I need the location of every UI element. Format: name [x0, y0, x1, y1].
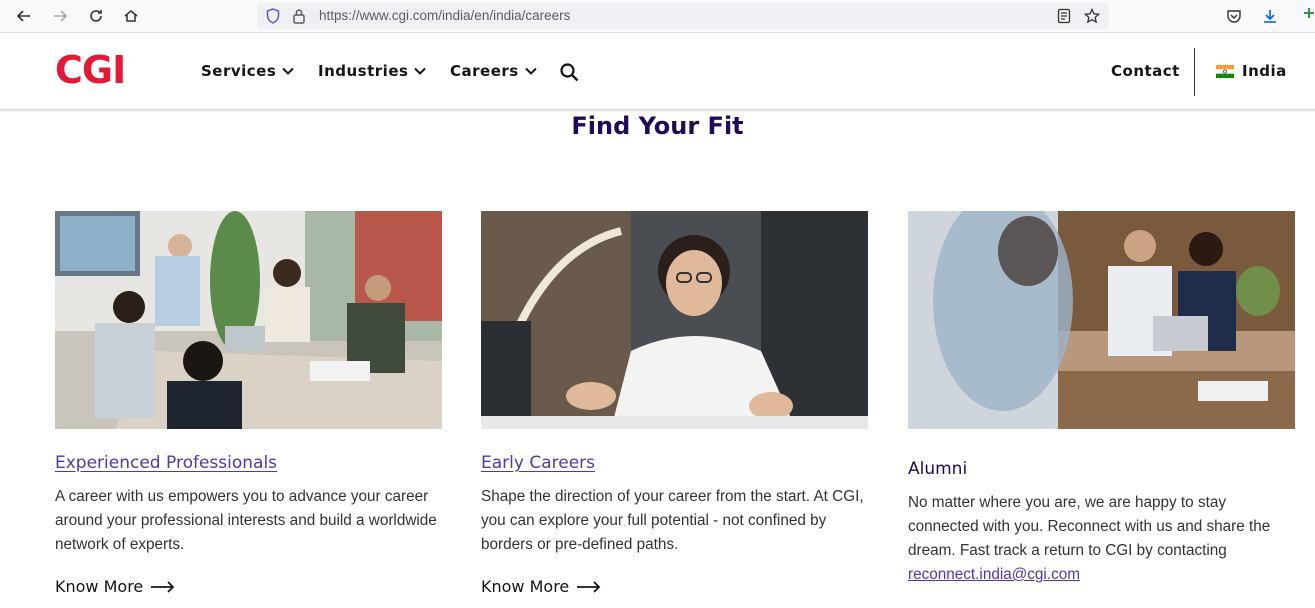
know-more-link[interactable]: Know More — [55, 577, 175, 596]
card-description-text: No matter where you are, we are happy to… — [908, 494, 1271, 559]
card-image-colleagues — [908, 211, 1295, 429]
india-flag-icon — [1216, 64, 1234, 78]
contact-link[interactable]: Contact — [1111, 62, 1180, 80]
search-icon[interactable] — [560, 63, 579, 87]
nav-industries[interactable]: Industries — [318, 62, 427, 80]
arrow-right-icon — [151, 580, 175, 593]
nav-label: Careers — [450, 62, 519, 80]
region-label: India — [1242, 62, 1287, 80]
section-title: Find Your Fit — [571, 112, 744, 140]
card-title-link[interactable]: Early Careers — [481, 453, 595, 473]
cgi-logo[interactable]: CGI — [55, 50, 126, 90]
card-description: No matter where you are, we are happy to… — [908, 491, 1295, 587]
reader-icon[interactable] — [1055, 7, 1073, 25]
alumni-email-link[interactable]: reconnect.india@cgi.com — [908, 566, 1080, 583]
back-arrow-icon[interactable] — [12, 5, 36, 27]
card-image-woman-writing — [481, 211, 868, 429]
chevron-down-icon — [524, 67, 537, 75]
url-text: https://www.cgi.com/india/en/india/caree… — [319, 8, 571, 23]
shield-icon[interactable] — [264, 7, 282, 25]
card-image-meeting — [55, 211, 442, 429]
nav-label: Industries — [318, 62, 409, 80]
header-divider — [1194, 48, 1195, 96]
know-more-label: Know More — [55, 577, 144, 596]
nav-careers[interactable]: Careers — [450, 62, 537, 80]
arrow-right-icon — [577, 580, 601, 593]
extension-icon[interactable] — [1303, 6, 1315, 18]
forward-arrow-icon[interactable] — [48, 5, 72, 27]
card-experienced-professionals: Experienced Professionals A career with … — [55, 211, 442, 557]
nav-services[interactable]: Services — [201, 62, 295, 80]
reload-icon[interactable] — [84, 5, 108, 27]
star-icon[interactable] — [1083, 7, 1101, 25]
know-more-link[interactable]: Know More — [481, 577, 601, 596]
pocket-icon[interactable] — [1222, 5, 1246, 27]
browser-toolbar: https://www.cgi.com/india/en/india/caree… — [0, 0, 1315, 33]
lock-icon[interactable] — [290, 7, 308, 25]
chevron-down-icon — [282, 67, 295, 75]
card-description: A career with us empowers you to advance… — [55, 488, 437, 553]
card-title: Alumni — [908, 459, 968, 479]
home-icon[interactable] — [119, 5, 143, 27]
card-early-careers: Early Careers Shape the direction of you… — [481, 211, 868, 557]
card-title-link[interactable]: Experienced Professionals — [55, 453, 277, 473]
download-icon[interactable] — [1258, 5, 1282, 27]
card-description: Shape the direction of your career from … — [481, 488, 864, 553]
chevron-down-icon — [414, 67, 427, 75]
region-selector[interactable]: India — [1210, 62, 1287, 80]
address-bar[interactable]: https://www.cgi.com/india/en/india/caree… — [257, 3, 1109, 29]
site-header: CGI Services Industries Careers Contact … — [0, 34, 1315, 110]
nav-label: Services — [201, 62, 277, 80]
card-alumni: Alumni No matter where you are, we are h… — [908, 211, 1295, 587]
know-more-label: Know More — [481, 577, 570, 596]
